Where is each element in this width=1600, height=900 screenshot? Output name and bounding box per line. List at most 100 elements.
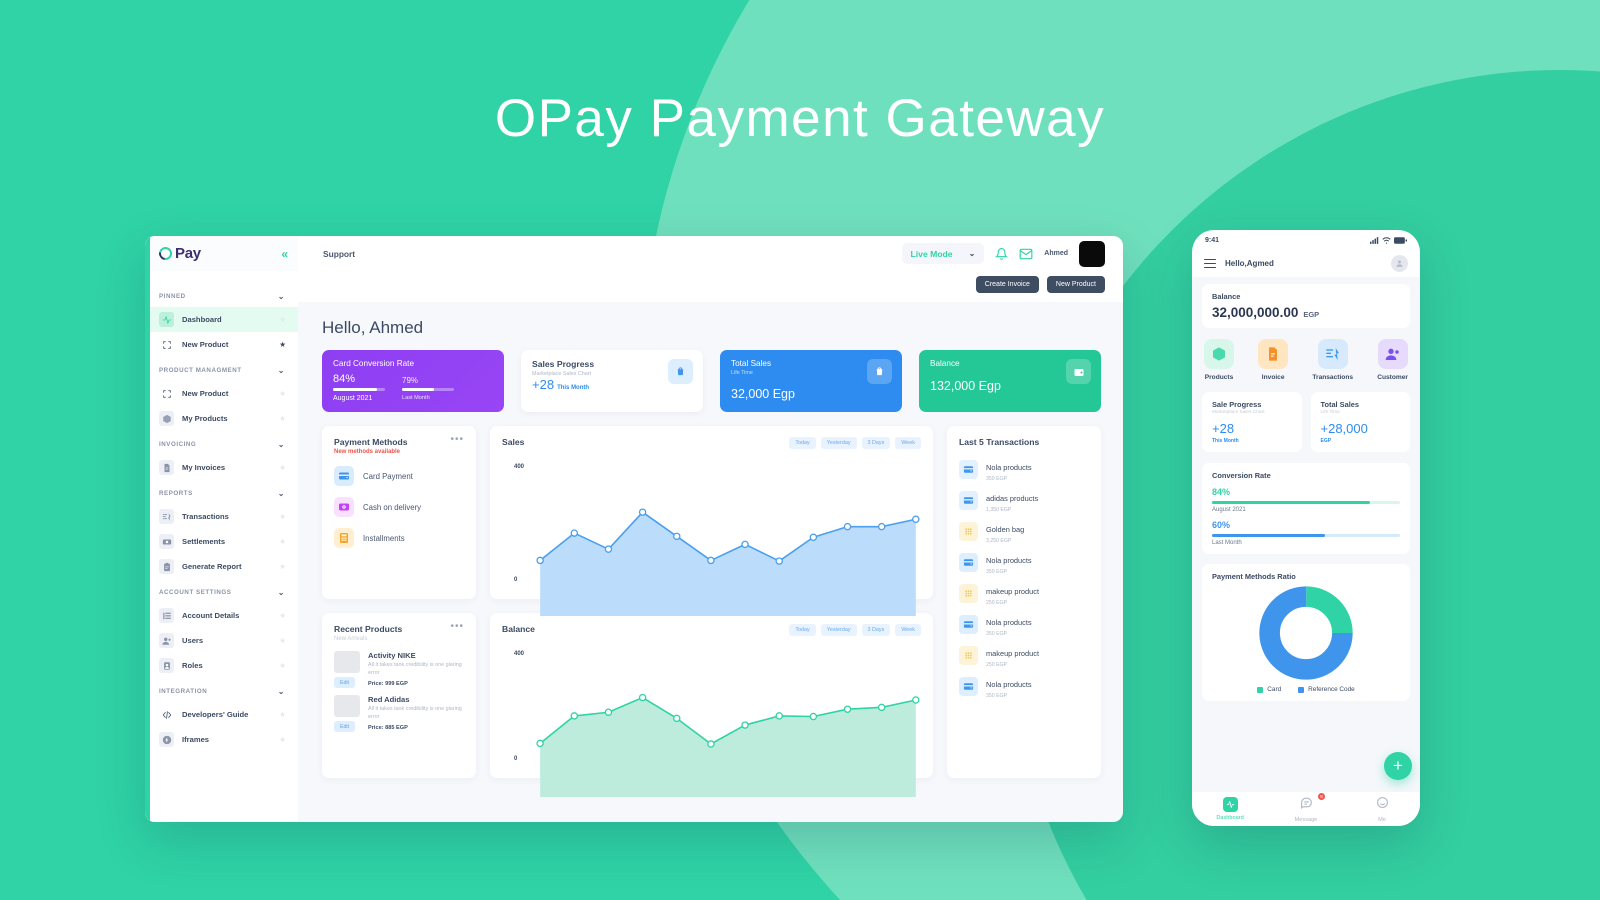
quick-action-products[interactable]: Products	[1204, 339, 1234, 381]
transaction-row[interactable]: Nola products 350 EGP	[959, 674, 1089, 699]
transaction-row[interactable]: Nola products 350 EGP	[959, 550, 1089, 575]
sidebar-item-label: Account Details	[182, 611, 240, 620]
conversion-caption: August 2021	[1212, 507, 1246, 513]
favorite-star-icon[interactable]: ★	[279, 661, 286, 670]
edit-product-button[interactable]: Edit	[334, 721, 355, 732]
stat-card-conversion-rate[interactable]: Card Conversion Rate 84% August 2021 79%…	[322, 350, 504, 412]
avatar[interactable]	[1079, 240, 1105, 267]
sidebar-group-reports[interactable]: REPORTS ⌄	[145, 480, 298, 504]
sidebar-item-dashboard[interactable]: Dashboard ★	[145, 307, 298, 332]
sidebar-item-iframes[interactable]: Iframes ★	[145, 727, 298, 752]
support-link[interactable]: Support	[323, 249, 355, 259]
phone-conversion-card[interactable]: Conversion Rate 84% August 2021 60% Last Mo…	[1202, 463, 1410, 554]
nav-tab-message[interactable]: 8 Message	[1268, 792, 1344, 823]
chart-filter-3-days[interactable]: 3 Days	[861, 624, 891, 636]
topbar-right: Live Mode ⌄ Ahmed	[901, 240, 1105, 267]
legend-swatch	[1298, 686, 1305, 693]
sidebar-item-transactions[interactable]: Transactions ★	[145, 504, 298, 529]
sidebar-item-new-product[interactable]: New Product ★	[145, 332, 298, 357]
favorite-star-icon[interactable]: ★	[279, 735, 286, 744]
card-title: Conversion Rate	[1212, 471, 1271, 480]
chart-filter-yesterday[interactable]: Yesterday	[820, 624, 857, 636]
sidebar-item-label: My Products	[182, 414, 228, 423]
favorite-star-icon[interactable]: ★	[279, 340, 286, 349]
transaction-row[interactable]: makeup product 250 EGP	[959, 643, 1089, 668]
favorite-star-icon[interactable]: ★	[279, 710, 286, 719]
payment-method-row[interactable]: Installments	[334, 528, 464, 548]
more-options-icon[interactable]: •••	[450, 622, 464, 632]
sidebar-item-my-products[interactable]: My Products ★	[145, 406, 298, 431]
transaction-row[interactable]: makeup product 250 EGP	[959, 581, 1089, 606]
phone-card-sale-progress[interactable]: Sale Progress Marketplace Sales Chart +2…	[1202, 392, 1302, 452]
favorite-star-icon[interactable]: ★	[279, 636, 286, 645]
sidebar-item-new-product[interactable]: New Product ★	[145, 381, 298, 406]
product-row[interactable]: Edit Activity NIKE All it takes tank credi…	[334, 651, 464, 688]
chart-filter-today[interactable]: Today	[789, 437, 816, 449]
phone-card-total-sales[interactable]: Total Sales Life Time +28,000 EGP	[1310, 392, 1410, 452]
transaction-row[interactable]: Nola products 350 EGP	[959, 457, 1089, 482]
add-button[interactable]: +	[1384, 752, 1412, 780]
mail-icon[interactable]	[1019, 247, 1033, 261]
sidebar-item-generate-report[interactable]: Generate Report ★	[145, 554, 298, 579]
favorite-star-icon[interactable]: ★	[279, 562, 286, 571]
transaction-row[interactable]: Golden bag 3,250 EGP	[959, 519, 1089, 544]
action-bar: Create Invoice New Product	[298, 271, 1123, 302]
phone-donut-card[interactable]: Payment Methods Ratio Card Reference Code	[1202, 564, 1410, 701]
payment-method-label: Installments	[363, 533, 405, 543]
stat-card-sales-progress[interactable]: Sales Progress Marketplace Sales Chart +…	[521, 350, 703, 412]
sidebar-group-pinned[interactable]: PINNED ⌄	[145, 283, 298, 307]
stat-card-balance[interactable]: Balance 132,000 Egp	[919, 350, 1101, 412]
quick-action-label: Transactions	[1312, 374, 1354, 381]
collapse-sidebar-icon[interactable]: «	[281, 247, 288, 261]
sidebar-item-settlements[interactable]: Settlements ★	[145, 529, 298, 554]
bell-icon[interactable]	[995, 247, 1009, 261]
sidebar-item-users[interactable]: Users ★	[145, 628, 298, 653]
hamburger-icon[interactable]	[1204, 258, 1216, 269]
sidebar-group-account-settings[interactable]: ACCOUNT SETTINGS ⌄	[145, 579, 298, 603]
chart-filter-today[interactable]: Today	[789, 624, 816, 636]
conversion-value: 84%	[1212, 487, 1231, 497]
favorite-star-icon[interactable]: ★	[279, 463, 286, 472]
favorite-star-icon[interactable]: ★	[279, 315, 286, 324]
chart-filter-week[interactable]: Week	[895, 624, 921, 636]
product-row[interactable]: Edit Red Adidas All it takes tank credibil…	[334, 695, 464, 732]
chart-filter-yesterday[interactable]: Yesterday	[820, 437, 857, 449]
sidebar-item-account-details[interactable]: Account Details ★	[145, 603, 298, 628]
favorite-star-icon[interactable]: ★	[279, 537, 286, 546]
sidebar-group-integration[interactable]: INTEGRATION ⌄	[145, 678, 298, 702]
calculator-icon	[334, 528, 354, 548]
legend-item: Reference Code	[1298, 686, 1355, 693]
transaction-row[interactable]: adidas products 1,350 EGP	[959, 488, 1089, 513]
stat-card-total-sales[interactable]: Total Sales Life Time 32,000 Egp	[720, 350, 902, 412]
favorite-star-icon[interactable]: ★	[279, 389, 286, 398]
quick-action-customer[interactable]: Customer	[1377, 339, 1408, 381]
payment-methods-panel: Payment Methods New methods available ••…	[322, 426, 476, 599]
chevron-down-icon: ⌄	[277, 687, 285, 696]
nav-tab-dashboard[interactable]: Dashboard	[1192, 797, 1268, 821]
quick-action-invoice[interactable]: Invoice	[1258, 339, 1289, 381]
phone-balance-card[interactable]: Balance 32,000,000.00 EGP	[1202, 284, 1410, 328]
nav-tab-me[interactable]: Me	[1344, 796, 1420, 823]
payment-method-row[interactable]: Cash on delivery	[334, 497, 464, 517]
sidebar-item-developers-guide[interactable]: Developers' Guide ★	[145, 702, 298, 727]
chart-filter-3-days[interactable]: 3 Days	[861, 437, 891, 449]
live-mode-selector[interactable]: Live Mode ⌄	[901, 243, 985, 264]
sidebar-group-invoicing[interactable]: INVOICING ⌄	[145, 431, 298, 455]
chart-filter-week[interactable]: Week	[895, 437, 921, 449]
more-options-icon[interactable]: •••	[450, 435, 464, 445]
transaction-row[interactable]: Nola products 350 EGP	[959, 612, 1089, 637]
card-icon	[959, 677, 978, 696]
favorite-star-icon[interactable]: ★	[279, 512, 286, 521]
payment-method-row[interactable]: Card Payment	[334, 466, 464, 486]
avatar-icon[interactable]	[1391, 255, 1408, 272]
edit-product-button[interactable]: Edit	[334, 677, 355, 688]
sidebar-item-roles[interactable]: Roles ★	[145, 653, 298, 678]
create-invoice-button[interactable]: Create Invoice	[975, 276, 1039, 293]
sidebar-group-product-managment[interactable]: PRODUCT MANAGMENT ⌄	[145, 357, 298, 381]
favorite-star-icon[interactable]: ★	[279, 414, 286, 423]
new-product-button[interactable]: New Product	[1046, 276, 1105, 293]
favorite-star-icon[interactable]: ★	[279, 611, 286, 620]
quick-action-transactions[interactable]: Transactions	[1312, 339, 1353, 381]
sidebar-item-my-invoices[interactable]: My Invoices ★	[145, 455, 298, 480]
card-icon	[959, 553, 978, 572]
